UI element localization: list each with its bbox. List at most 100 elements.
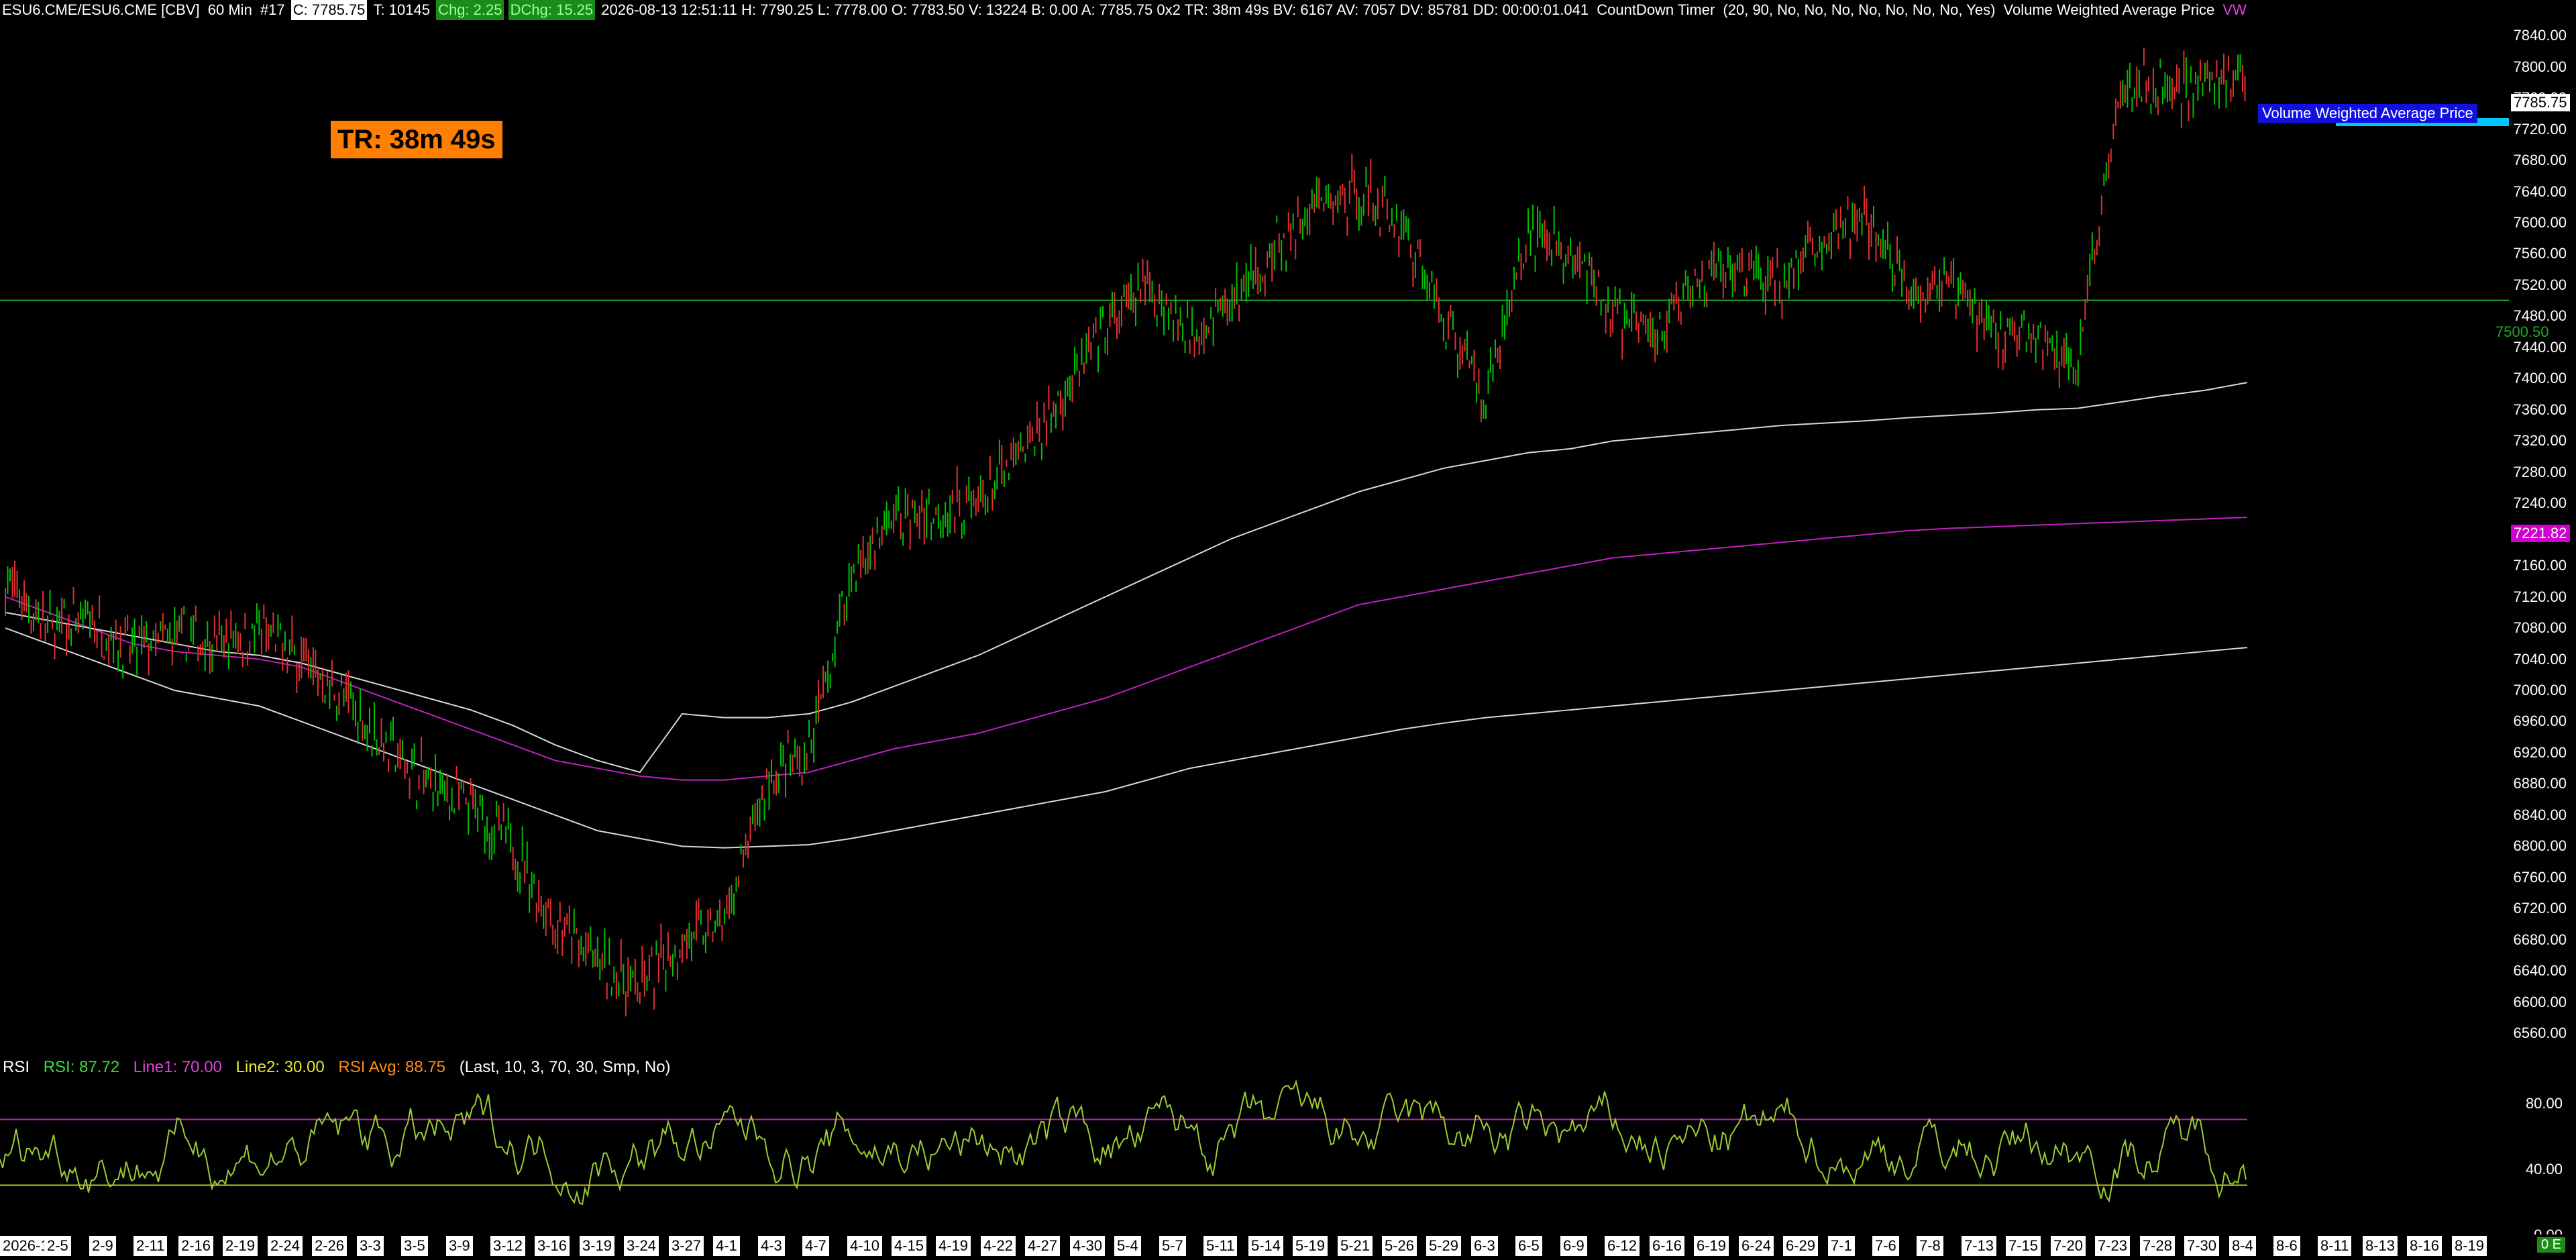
moving-average-line: [5, 382, 2248, 774]
study-countdown-params: (20, 90, No, No, No, No, No, No, No, Yes…: [1723, 1, 1996, 18]
date-tick-label: 6-29: [1783, 1236, 1821, 1256]
date-tick-label: 8-6: [2273, 1236, 2302, 1256]
date-tick-label: 2-19: [223, 1236, 260, 1256]
date-tick-label: 4-15: [892, 1236, 929, 1256]
date-tick-label: 4-27: [1025, 1236, 1063, 1256]
date-tick-label: 3-9: [446, 1236, 475, 1256]
date-tick-label: 6-9: [1560, 1236, 1589, 1256]
date-tick-label: 2-24: [268, 1236, 305, 1256]
price-tick-label: 6720.00: [2513, 900, 2567, 917]
date-tick-label: 5-7: [1159, 1236, 1188, 1256]
price-chart[interactable]: [0, 20, 2509, 1057]
price-tick-label: 6600.00: [2513, 993, 2567, 1010]
study-vwap-name[interactable]: Volume Weighted Average Price: [2002, 0, 2217, 20]
price-tick-label: 7040.00: [2513, 650, 2567, 668]
price-tick-label: 7320.00: [2513, 432, 2567, 450]
close-value: C: 7785.75: [290, 0, 368, 20]
date-tick-label: 5-21: [1338, 1236, 1375, 1256]
chart-header: ESU6.CME/ESU6.CME [CBV] 60 Min #17 C: 77…: [0, 0, 2576, 20]
price-tick-label: 7000.00: [2513, 682, 2567, 699]
date-tick-label: 2-26: [312, 1236, 350, 1256]
price-tick-label: 6640.00: [2513, 962, 2567, 980]
price-tick-label: 7360.00: [2513, 401, 2567, 418]
price-tick-label: 7120.00: [2513, 588, 2567, 605]
date-tick-label: 4-30: [1070, 1236, 1108, 1256]
price-tick-label: 7240.00: [2513, 494, 2567, 512]
vwap-flag: Volume Weighted Average Price: [2258, 104, 2477, 123]
date-tick-label: 4-10: [847, 1236, 885, 1256]
date-tick-label: 2-16: [178, 1236, 216, 1256]
price-tick-label: 7400.00: [2513, 370, 2567, 387]
timer-badge: TR: 38m 49s: [331, 121, 502, 158]
price-tick-label: 7160.00: [2513, 557, 2567, 574]
date-tick-label: 4-22: [981, 1236, 1018, 1256]
chart-number: #17: [260, 1, 285, 18]
date-tick-label: 7-8: [1917, 1236, 1945, 1256]
study-countdown-name[interactable]: CountDown Timer: [1595, 0, 1717, 20]
date-tick-label: 6-19: [1694, 1236, 1731, 1256]
rsi-tick-label: 40.00: [2526, 1161, 2563, 1177]
date-tick-label: 4-19: [936, 1236, 973, 1256]
date-tick-label: 3-24: [624, 1236, 661, 1256]
date-tick-label: 5-19: [1293, 1236, 1330, 1256]
date-tick-label: 3-5: [401, 1236, 430, 1256]
date-tick-label: 7-20: [2051, 1236, 2088, 1256]
date-tick-label: 5-26: [1382, 1236, 1419, 1256]
price-tick-label: 6680.00: [2513, 931, 2567, 948]
date-tick-label: 7-30: [2184, 1236, 2222, 1256]
moving-average-line: [5, 627, 2248, 849]
date-tick-label: 3-19: [580, 1236, 617, 1256]
date-tick-label: 2-9: [89, 1236, 118, 1256]
price-tick-label: 6920.00: [2513, 743, 2567, 761]
bar-info: 2026-08-13 12:51:11 H: 7790.25 L: 7778.0…: [601, 1, 1589, 18]
price-tick-label: 7800.00: [2513, 58, 2567, 75]
date-tick-label: 5-29: [1426, 1236, 1464, 1256]
price-tick-label: 6800.00: [2513, 837, 2567, 855]
price-tick-label: 7840.00: [2513, 27, 2567, 44]
price-tick-label: 6960.00: [2513, 713, 2567, 730]
price-tick-label: 7560.00: [2513, 245, 2567, 262]
date-tick-label: 3-27: [669, 1236, 706, 1256]
date-tick-label: 7-6: [1872, 1236, 1901, 1256]
date-tick-label: 8-19: [2452, 1236, 2489, 1256]
date-tick-label: 6-12: [1605, 1236, 1642, 1256]
date-tick-label: 6-24: [1739, 1236, 1776, 1256]
date-tick-label: 4-3: [758, 1236, 787, 1256]
price-tick-label: 6560.00: [2513, 1025, 2567, 1042]
date-tick-label: 7-28: [2140, 1236, 2178, 1256]
price-tick-label: 6880.00: [2513, 775, 2567, 792]
price-tick-label: 7720.00: [2513, 120, 2567, 138]
price-tick-label: 7680.00: [2513, 152, 2567, 169]
date-tick-label: 8-11: [2318, 1236, 2354, 1256]
date-tick-label: 5-14: [1248, 1236, 1286, 1256]
rsi-chart[interactable]: 80.00 40.00 0.00: [0, 1070, 2576, 1235]
date-tick-label: 4-1: [713, 1236, 742, 1256]
price-tick-label: 7440.00: [2513, 338, 2567, 356]
last-price-label: 7785.75: [2511, 94, 2570, 111]
price-tick-label: 6840.00: [2513, 806, 2567, 823]
price-tick-label: 7600.00: [2513, 214, 2567, 231]
date-tick-label: 8-16: [2407, 1236, 2445, 1256]
tick-value: T: 10145: [373, 1, 430, 18]
date-tick-label: 8-4: [2229, 1236, 2258, 1256]
symbol-label[interactable]: ESU6.CME/ESU6.CME [CBV]: [0, 0, 202, 20]
date-tick-label: 6-3: [1471, 1236, 1500, 1256]
price-tick-label: 7520.00: [2513, 276, 2567, 293]
price-axis[interactable]: 7840.007800.007760.007720.007680.007640.…: [2509, 20, 2576, 1236]
date-tick-label: 8-13: [2363, 1236, 2400, 1256]
date-tick-label: 4-7: [802, 1236, 831, 1256]
price-tick-label: 7280.00: [2513, 463, 2567, 480]
interval-label[interactable]: 60 Min: [206, 0, 254, 20]
date-tick-label: 2-5: [44, 1236, 73, 1256]
date-tick-label: 7-15: [2006, 1236, 2043, 1256]
date-tick-label: 7-13: [1962, 1236, 1999, 1256]
price-tick-label: 7480.00: [2513, 307, 2567, 325]
date-tick-label: 3-3: [357, 1236, 386, 1256]
date-tick-label: 3-16: [535, 1236, 572, 1256]
date-tick-label: 5-11: [1203, 1236, 1240, 1256]
time-axis[interactable]: 2026-1-28 2-5 2-9 2-11 2-16 2-19 2-24 2-26 3-3 3-…: [0, 1236, 2509, 1256]
change-value: Chg: 2.25: [436, 0, 504, 20]
date-tick-label: 7-23: [2095, 1236, 2133, 1256]
date-tick-label: 3-12: [490, 1236, 528, 1256]
magenta-price-label: 7221.82: [2511, 525, 2570, 542]
